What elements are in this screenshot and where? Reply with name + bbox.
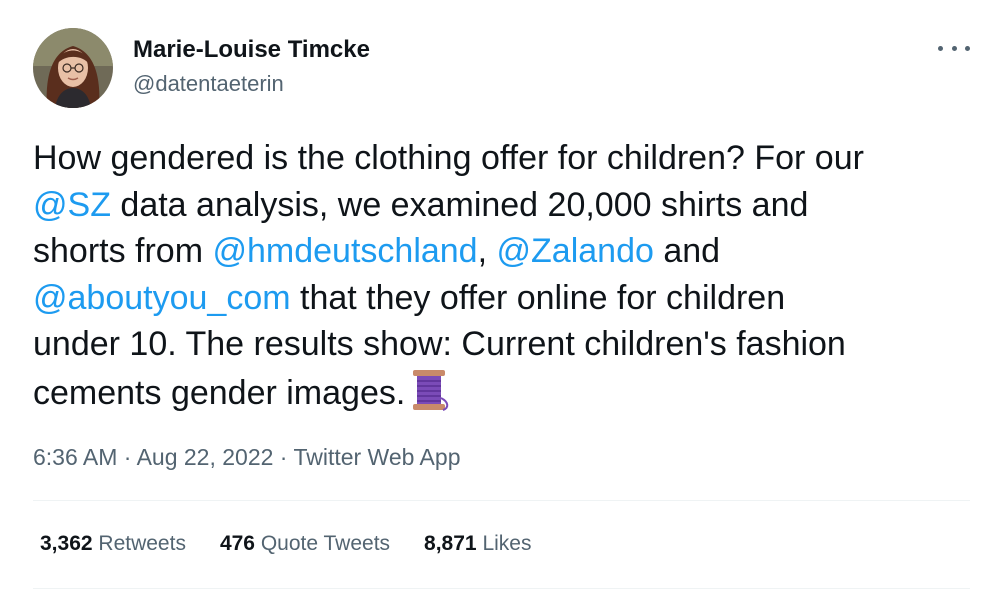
avatar[interactable] xyxy=(33,28,113,108)
spool-of-thread-icon xyxy=(413,369,449,411)
mention-link[interactable]: @aboutyou_com xyxy=(33,279,291,317)
mention-link[interactable]: @SZ xyxy=(33,186,111,224)
likes-count: 8,871 xyxy=(424,532,477,555)
tweet-text-segment: that they offer online for children xyxy=(290,278,786,317)
dot xyxy=(951,45,957,51)
author-block: Marie-Louise Timcke @datentaeterin xyxy=(133,36,370,98)
avatar-image xyxy=(33,28,113,108)
more-options-icon[interactable] xyxy=(938,36,970,60)
dot xyxy=(938,45,943,51)
tweet-text-line: @aboutyou_com that they offer online for… xyxy=(33,275,983,322)
tweet-text-line: How gendered is the clothing offer for c… xyxy=(33,135,983,182)
quote-tweets-count: 476 xyxy=(219,532,255,555)
dot xyxy=(965,45,970,51)
quote-tweets-stat[interactable]: 476 Quote Tweets xyxy=(220,530,390,558)
tweet-text-segment: cements gender images. xyxy=(33,373,406,412)
divider xyxy=(33,500,970,501)
likes-stat[interactable]: 8,871 Likes xyxy=(424,530,531,558)
tweet-text-segment: , xyxy=(477,232,497,270)
tweet-meta: 6:36 AM · Aug 22, 2022 · Twitter Web App xyxy=(33,442,460,472)
tweet-text-line: under 10. The results show: Current chil… xyxy=(33,321,983,368)
meta-separator: · xyxy=(273,444,294,470)
tweet-text-line: @SZ data analysis, we examined 20,000 sh… xyxy=(33,182,983,229)
tweet-text-line: cements gender images. xyxy=(33,368,983,417)
retweets-label: Retweets xyxy=(98,532,186,555)
tweet-date[interactable]: Aug 22, 2022 xyxy=(137,444,274,470)
retweets-stat[interactable]: 3,362 Retweets xyxy=(40,530,186,558)
tweet-text-segment: and xyxy=(653,232,721,270)
tweet-text-segment: under 10. The results show: Current chil… xyxy=(33,325,846,363)
tweet-card: Marie-Louise Timcke @datentaeterin How g… xyxy=(0,0,1000,589)
meta-separator: · xyxy=(117,444,137,470)
tweet-stats: 3,362 Retweets 476 Quote Tweets 8,871 Li… xyxy=(40,530,531,558)
tweet-time[interactable]: 6:36 AM xyxy=(33,444,117,470)
author-name[interactable]: Marie-Louise Timcke xyxy=(133,36,370,64)
mention-link[interactable]: @hmdeutschland xyxy=(212,232,477,270)
mention-link[interactable]: @Zalando xyxy=(497,232,654,270)
tweet-text: How gendered is the clothing offer for c… xyxy=(33,135,983,416)
tweet-text-segment: shorts from xyxy=(33,232,213,270)
author-handle[interactable]: @datentaeterin xyxy=(133,70,370,98)
quote-tweets-label: Quote Tweets xyxy=(260,532,391,555)
likes-label: Likes xyxy=(482,532,532,555)
tweet-source[interactable]: Twitter Web App xyxy=(293,444,460,470)
retweets-count: 3,362 xyxy=(40,532,93,555)
tweet-text-line: shorts from @hmdeutschland, @Zalando and xyxy=(33,228,983,275)
tweet-text-segment: How gendered is the clothing offer for c… xyxy=(33,139,864,177)
tweet-text-segment: data analysis, we examined 20,000 shirts… xyxy=(110,185,809,224)
